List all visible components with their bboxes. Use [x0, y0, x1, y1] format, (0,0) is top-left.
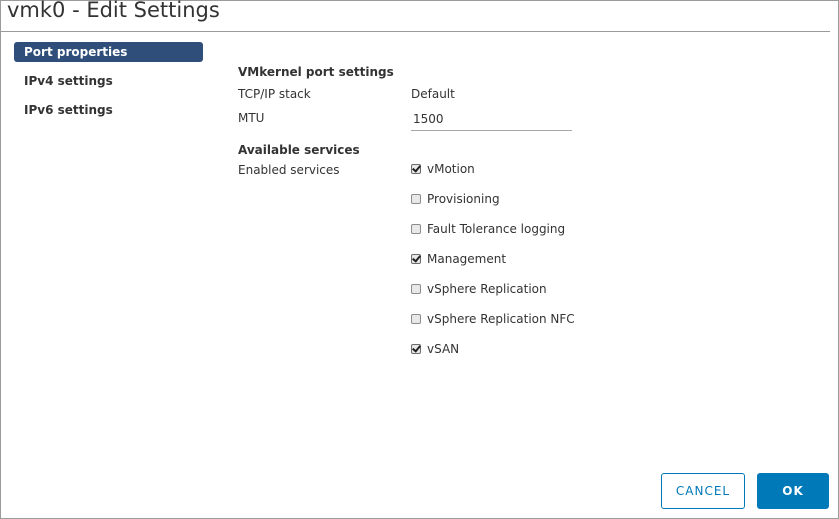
service-row: Enabled services vMotion [238, 159, 658, 189]
service-row: vSAN [238, 339, 658, 369]
tcpip-stack-value: Default [411, 87, 455, 101]
management-checkbox[interactable] [411, 254, 421, 264]
vsan-label: vSAN [427, 342, 460, 356]
service-fault-tolerance-logging[interactable]: Fault Tolerance logging [411, 222, 565, 236]
vmkernel-port-settings-heading: VMkernel port settings [238, 65, 394, 79]
ok-button[interactable]: OK [757, 473, 829, 509]
mtu-label: MTU [238, 111, 265, 125]
cancel-button[interactable]: CANCEL [661, 473, 745, 509]
management-label: Management [427, 252, 507, 266]
service-management[interactable]: Management [411, 252, 506, 266]
fault-tolerance-logging-checkbox[interactable] [411, 224, 421, 234]
enabled-services-label: Enabled services [238, 163, 340, 177]
provisioning-checkbox[interactable] [411, 194, 421, 204]
edit-settings-dialog: vmk0 - Edit Settings Port properties IPv… [0, 0, 839, 519]
vsphere-replication-checkbox[interactable] [411, 284, 421, 294]
vsan-checkbox[interactable] [411, 344, 421, 354]
fault-tolerance-logging-label: Fault Tolerance logging [427, 222, 566, 236]
nav-item-ipv4-settings[interactable]: IPv4 settings [14, 71, 203, 91]
tcpip-stack-row: TCP/IP stack Default [238, 84, 658, 108]
nav-item-ipv6-settings[interactable]: IPv6 settings [14, 100, 203, 120]
dialog-title: vmk0 - Edit Settings [7, 0, 220, 22]
service-row: Fault Tolerance logging [238, 219, 658, 249]
provisioning-label: Provisioning [427, 192, 500, 206]
service-vsphere-replication-nfc[interactable]: vSphere Replication NFC [411, 312, 575, 326]
service-row: vSphere Replication [238, 279, 658, 309]
vsphere-replication-label: vSphere Replication [427, 282, 547, 296]
title-divider [1, 31, 830, 32]
service-row: Provisioning [238, 189, 658, 219]
tcpip-stack-label: TCP/IP stack [238, 87, 311, 101]
service-vsphere-replication[interactable]: vSphere Replication [411, 282, 547, 296]
vmotion-label: vMotion [427, 162, 475, 176]
mtu-input[interactable] [411, 108, 572, 131]
vsphere-replication-nfc-checkbox[interactable] [411, 314, 421, 324]
settings-nav: Port properties IPv4 settings IPv6 setti… [14, 42, 203, 129]
available-services-heading: Available services [238, 143, 360, 157]
service-row: vSphere Replication NFC [238, 309, 658, 339]
vmotion-checkbox[interactable] [411, 164, 421, 174]
services-list: Enabled services vMotion Provisioning Fa… [238, 159, 658, 369]
service-vmotion[interactable]: vMotion [411, 162, 475, 176]
mtu-row: MTU [238, 108, 658, 132]
vsphere-replication-nfc-label: vSphere Replication NFC [427, 312, 575, 326]
port-properties-panel: VMkernel port settings TCP/IP stack Defa… [238, 63, 658, 369]
service-vsan[interactable]: vSAN [411, 342, 459, 356]
nav-item-port-properties[interactable]: Port properties [14, 42, 203, 62]
service-row: Management [238, 249, 658, 279]
service-provisioning[interactable]: Provisioning [411, 192, 500, 206]
